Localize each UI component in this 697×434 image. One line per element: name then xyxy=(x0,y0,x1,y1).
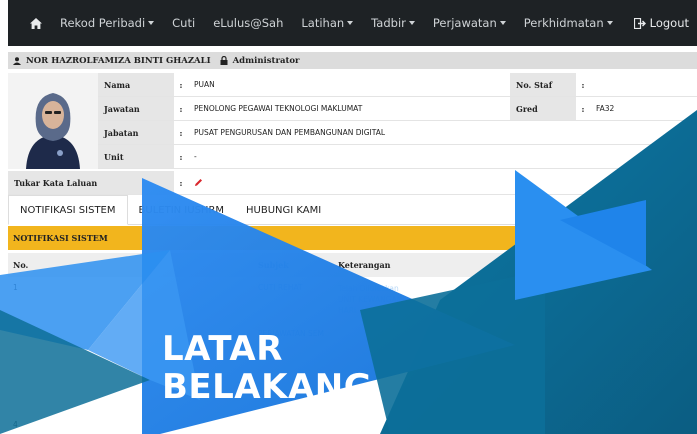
nav-label: Cuti xyxy=(172,16,196,30)
jawatan-value: PENOLONG PEGAWAI TEKNOLOGI MAKLUMAT xyxy=(188,97,510,121)
nav-perkhidmatan[interactable]: Perkhidmatan xyxy=(515,0,622,46)
nav-label: Latihan xyxy=(301,16,345,30)
tab-hubungi[interactable]: HUBUNGI KAMI xyxy=(235,195,332,225)
colon: : xyxy=(174,171,188,195)
nav-label: Perkhidmatan xyxy=(523,16,604,30)
colon: : xyxy=(174,121,188,145)
nav-label: Perjawatan xyxy=(432,16,497,30)
caret-down-icon xyxy=(148,21,155,25)
unit-value: - xyxy=(188,145,697,169)
unit-label: Unit xyxy=(98,145,174,169)
caret-down-icon xyxy=(499,21,506,25)
home-button[interactable] xyxy=(21,0,51,46)
password-label: Tukar Kata Laluan xyxy=(8,171,174,195)
gred-label: Gred xyxy=(510,97,576,121)
user-role: Administrator xyxy=(232,55,300,66)
user-info-bar: NOR HAZROLFAMIZA BINTI GHAZALI Administr… xyxy=(8,52,697,69)
nama-value: PUAN xyxy=(188,73,510,97)
nostaf-value xyxy=(590,73,697,97)
lock-icon xyxy=(220,56,228,65)
caret-down-icon xyxy=(408,21,415,25)
jabatan-label: Jabatan xyxy=(98,121,174,145)
tab-notifikasi[interactable]: NOTIFIKASI SISTEM xyxy=(8,195,128,225)
col-subjek: Subjek xyxy=(258,260,289,270)
nav-cuti[interactable]: Cuti xyxy=(163,0,204,46)
logout-icon xyxy=(633,17,646,29)
row-jabatan: Jabatan : PUSAT PENGURUSAN DAN PEMBANGUN… xyxy=(8,121,697,145)
banner-title: LATAR BELAKANG xyxy=(162,330,372,406)
jabatan-value: PUSAT PENGURUSAN DAN PEMBANGUNAN DIGITAL xyxy=(188,121,697,145)
nav-perjawatan[interactable]: Perjawatan xyxy=(424,0,515,46)
tab-buletin[interactable]: BULETIN IUSHRM xyxy=(128,195,236,225)
colon: : xyxy=(174,145,188,169)
logout-label: Logout xyxy=(649,16,689,30)
home-icon xyxy=(30,17,42,29)
pencil-icon xyxy=(195,179,202,186)
col-no: No. xyxy=(13,260,29,270)
jawatan-label: Jawatan xyxy=(98,97,174,121)
banner-line-1: LATAR xyxy=(162,329,283,369)
nav-label: Rekod Peribadi xyxy=(60,16,146,30)
nav-rekod-peribadi[interactable]: Rekod Peribadi xyxy=(51,0,163,46)
caret-down-icon xyxy=(606,21,613,25)
logout-button[interactable]: Logout xyxy=(633,0,689,46)
caret-down-icon xyxy=(347,21,354,25)
nama-label: Nama xyxy=(98,73,174,97)
nav-label: eLulus@Sah xyxy=(213,16,284,30)
user-name: NOR HAZROLFAMIZA BINTI GHAZALI xyxy=(26,55,211,66)
colon: : xyxy=(576,73,590,97)
row-4-no: 4 xyxy=(13,420,18,429)
nav-tadbir[interactable]: Tadbir xyxy=(362,0,424,46)
notification-table-header: No. Subjek Keterangan xyxy=(8,253,697,277)
row-1-subjek[interactable]: CUTI REHAT xyxy=(258,283,303,292)
colon: : xyxy=(576,97,590,121)
gred-value: FA32 xyxy=(590,97,697,121)
nostaf-label: No. Staf xyxy=(510,73,576,97)
nav-label: Tadbir xyxy=(371,16,406,30)
nav-elulus[interactable]: eLulus@Sah xyxy=(204,0,292,46)
row-unit: Unit : - xyxy=(8,145,697,169)
colon: : xyxy=(174,97,188,121)
row-1-no: 1 xyxy=(13,283,18,292)
user-icon xyxy=(13,56,21,65)
notification-header: NOTIFIKASI SISTEM xyxy=(8,226,697,250)
row-password: Tukar Kata Laluan : xyxy=(8,171,697,195)
nav-latihan[interactable]: Latihan xyxy=(292,0,362,46)
banner-line-2: BELAKANG xyxy=(162,367,373,407)
change-password-button[interactable] xyxy=(188,171,697,195)
col-keterangan: Keterangan xyxy=(338,260,391,270)
colon: : xyxy=(174,73,188,97)
row-jawatan: Jawatan : PENOLONG PEGAWAI TEKNOLOGI MAK… xyxy=(8,97,697,121)
row-nama: Nama : PUAN No. Staf : xyxy=(8,73,697,97)
tab-bar: NOTIFIKASI SISTEM BULETIN IUSHRM HUBUNGI… xyxy=(8,195,697,225)
row-1-keterangan: Telah Diluluskan UNIT KEWANGAN HARI xyxy=(338,284,403,315)
top-navbar: Rekod Peribadi Cuti eLulus@Sah Latihan T… xyxy=(8,0,697,46)
